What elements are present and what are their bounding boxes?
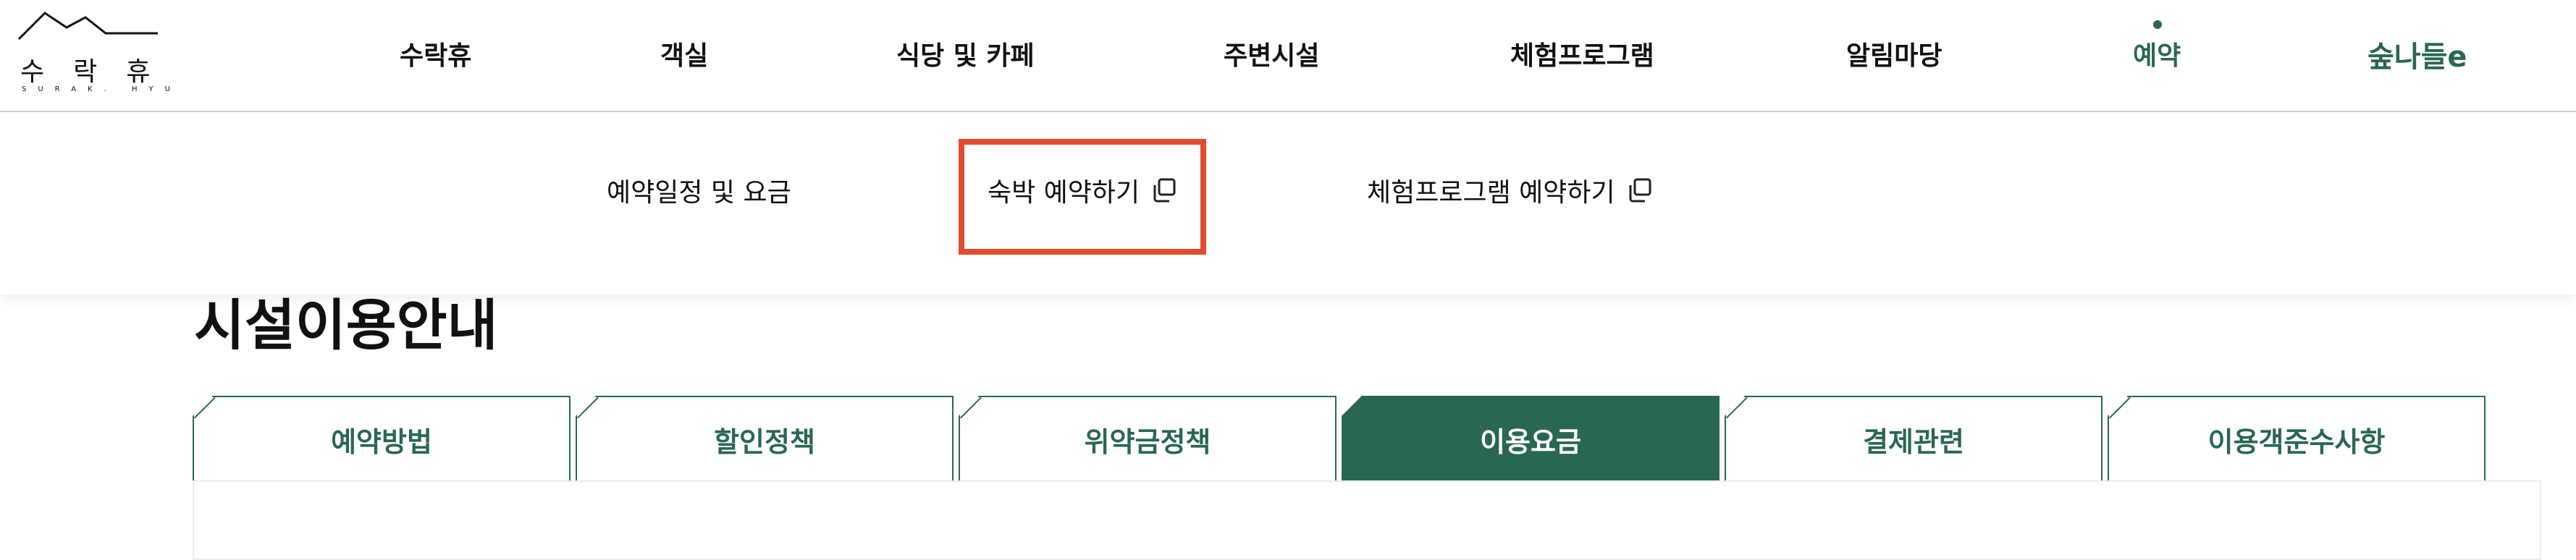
- submenu-item-program-booking[interactable]: 체험프로그램 예약하기: [1367, 171, 1653, 209]
- submenu-item-schedule[interactable]: 예약일정 및 요금: [607, 171, 791, 209]
- tab-penalty-policy[interactable]: 위약금정책: [959, 396, 1337, 481]
- external-link-icon: [1629, 178, 1651, 203]
- nav-item-dining[interactable]: 식당 및 카페: [896, 35, 1035, 72]
- active-nav-indicator: [2153, 20, 2162, 29]
- submenu-label: 예약일정 및 요금: [607, 178, 791, 208]
- submenu-label: 숙박 예약하기: [988, 178, 1140, 208]
- nav-item-reservation[interactable]: 예약: [2133, 35, 2181, 72]
- tab-usage-fee[interactable]: 이용요금: [1342, 396, 1720, 481]
- nav-item-facilities[interactable]: 주변시설: [1224, 35, 1319, 72]
- main-navigation: 수락휴 객실 식당 및 카페 주변시설 체험프로그램 알림마당 예약: [0, 0, 2576, 110]
- forest-brand-logo-icon: 숲나들e: [2367, 41, 2467, 74]
- external-link-icon: [1153, 178, 1176, 203]
- tab-reservation-method[interactable]: 예약방법: [193, 396, 571, 481]
- nav-item-surakhyu[interactable]: 수락휴: [400, 35, 471, 72]
- nav-item-notice[interactable]: 알림마당: [1846, 35, 1942, 72]
- reservation-submenu: 예약일정 및 요금 숙박 예약하기 체험프로그램 예약하기: [0, 112, 2576, 294]
- nav-item-rooms[interactable]: 객실: [660, 35, 708, 72]
- site-header: 수락휴 SURAK. HYU 수락휴 객실 식당 및 카페 주변시설 체험프로그…: [0, 0, 2576, 112]
- brand-logo-text: 숲나들e: [2367, 41, 2467, 74]
- submenu-item-lodging-booking[interactable]: 숙박 예약하기: [988, 171, 1177, 209]
- tab-payment[interactable]: 결제관련: [1725, 396, 2103, 481]
- brand-logo[interactable]: 숲나들e: [2366, 25, 2482, 82]
- submenu-label: 체험프로그램 예약하기: [1367, 178, 1615, 208]
- tab-discount-policy[interactable]: 할인정책: [576, 396, 954, 481]
- tab-visitor-rules[interactable]: 이용객준수사항: [2108, 396, 2485, 481]
- nav-item-programs[interactable]: 체험프로그램: [1510, 35, 1654, 72]
